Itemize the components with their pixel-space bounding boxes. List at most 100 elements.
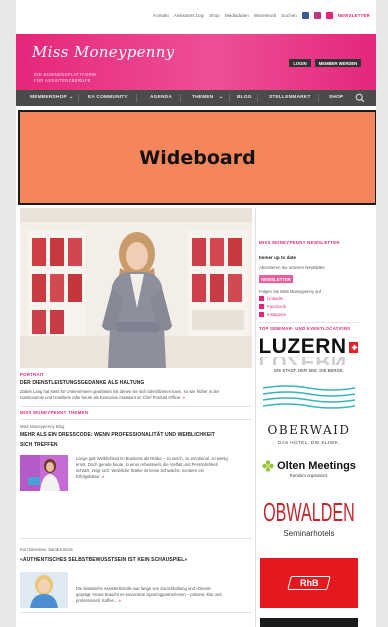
- article1-headline-line1[interactable]: MEHR ALS EIN DRESSCODE: WENN PROFESSIONA…: [20, 432, 215, 438]
- rhb-logo[interactable]: RhB: [260, 558, 358, 608]
- facebook-icon[interactable]: [301, 12, 309, 19]
- nav-item-stellenmarkt[interactable]: STELLENMARKT: [269, 95, 311, 100]
- nav-separator: [180, 94, 181, 102]
- divider: [20, 538, 252, 539]
- nav-separator: [257, 94, 258, 102]
- utility-bar: Kontakt Assistants Day Shop Mediadaten W…: [16, 0, 376, 34]
- newsletter-button[interactable]: NEWSLETTER: [259, 275, 293, 283]
- divider: [20, 612, 252, 613]
- olten-name: Olten Meetings: [277, 460, 356, 472]
- article1-text-line4-text: Erfolgsfaktor.: [76, 474, 101, 479]
- site-logo[interactable]: Miss Moneypenny: [32, 43, 175, 61]
- olten-flower-icon: [262, 460, 274, 472]
- nav-item-shop[interactable]: SHOP: [329, 95, 343, 100]
- obwalden-logo[interactable]: OBWALDEN Seminarhotels: [260, 486, 358, 548]
- nav-item-blog[interactable]: BLOG: [237, 95, 252, 100]
- divider: [20, 419, 252, 420]
- article1-text-line4: Erfolgsfaktor. »: [76, 474, 252, 480]
- portrait-illustration: [20, 208, 252, 368]
- article1-headline-line2[interactable]: SICH TREFFEN: [20, 442, 58, 448]
- login-button[interactable]: LOGIN: [289, 59, 311, 67]
- waves-graphic: [262, 385, 356, 409]
- search-icon[interactable]: [355, 93, 365, 103]
- olten-wordmark: Olten Meetings: [262, 460, 356, 472]
- article2-headline[interactable]: «AUTHENTISCHES SELBSTBEWUSSTSEIN IST KEI…: [20, 557, 187, 563]
- obwalden-name: OBWALDEN: [263, 496, 355, 527]
- article2-thumbnail[interactable]: [20, 572, 68, 608]
- sidebar-instagram-link[interactable]: Instagram: [259, 312, 286, 317]
- oberwaid-subtitle: DAS HOTEL. DIE KLINIK.: [277, 440, 341, 445]
- hero-text-line2-text: Gastronomie und Hotellerie oder heute al…: [20, 395, 182, 400]
- wideboard-label: Wideboard: [139, 146, 256, 169]
- swiss-cross-icon: [348, 341, 358, 353]
- article1-image: [20, 455, 68, 491]
- page-frame: Kontakt Assistants Day Shop Mediadaten W…: [16, 0, 376, 627]
- luzern-wordmark: LUZERN: [260, 336, 358, 358]
- article2-more-link[interactable]: »: [119, 598, 121, 603]
- brand-header: Miss Moneypenny DIE BUSINESSPLATTFORM FÜ…: [16, 34, 376, 90]
- hero-image[interactable]: [20, 208, 252, 368]
- utility-links: Kontakt Assistants Day Shop Mediadaten W…: [153, 12, 370, 19]
- hero-kicker: PORTRAIT: [20, 372, 45, 377]
- sidebar-newsletter-title: MISS MONEYPENNY NEWSLETTER: [259, 240, 340, 245]
- nav-item-membershop[interactable]: MEMBERSHOP: [30, 95, 67, 100]
- olten-subtitle: Rundum organisiert.: [289, 473, 329, 478]
- article1-thumbnail[interactable]: [20, 455, 68, 491]
- column-divider: [255, 208, 256, 627]
- sidebar-linkedin-label: LinkedIn: [267, 296, 284, 301]
- sidebar-subscribe-text: Abonnieren Sie unseren Newsletter: [259, 265, 325, 270]
- article2-category[interactable]: Kurzinterview: Sandra Boss: [20, 547, 73, 552]
- wideboard-ad[interactable]: Wideboard: [18, 110, 376, 205]
- facebook-icon: [259, 304, 264, 309]
- util-link-kontakt[interactable]: Kontakt: [153, 13, 169, 18]
- luzern-name: LUZERN: [260, 336, 347, 358]
- nav-item-ea-community[interactable]: EA COMMUNITY: [88, 95, 128, 100]
- sidebar-follow-text: Folgen Sie Miss Moneypenny auf: [259, 289, 321, 294]
- luzern-logo[interactable]: LUZERN LUZERN DIE STADT. DER SEE. DIE BE…: [260, 336, 358, 374]
- nav-separator: [78, 94, 79, 102]
- article2-text-line3-text: professionell. Kaffee...: [76, 598, 118, 603]
- divider: [20, 406, 252, 407]
- waves-logo[interactable]: [260, 381, 358, 415]
- swiss-cross-glyph: [351, 344, 357, 350]
- nav-chevron-icon: ⌄: [219, 95, 224, 100]
- nav-separator: [318, 94, 319, 102]
- next-location-logo[interactable]: [260, 618, 358, 627]
- sidebar-facebook-label: Facebook: [267, 304, 286, 309]
- instagram-icon[interactable]: [313, 12, 321, 19]
- article2-text-line3: professionell. Kaffee... »: [76, 598, 252, 604]
- instagram-icon: [259, 312, 264, 317]
- divider: [259, 322, 359, 323]
- util-link-assistants-day[interactable]: Assistants Day: [174, 13, 204, 18]
- article1-category[interactable]: Miss Moneypenny Blog: [20, 424, 64, 429]
- article2-image: [20, 572, 68, 608]
- main-nav: MEMBERSHOP ⌄ EA COMMUNITY AGENDA THEMEN …: [16, 90, 376, 106]
- sidebar-linkedin-link[interactable]: LinkedIn: [259, 296, 283, 301]
- member-button[interactable]: MEMBER WERDEN: [315, 59, 361, 67]
- section-kicker: MISS MONEYPENNY THEMEN: [20, 410, 89, 415]
- hero-headline[interactable]: DER DIENSTLEISTUNGSGEDANKE ALS HALTUNG: [20, 380, 144, 386]
- olten-meetings-logo[interactable]: Olten Meetings Rundum organisiert.: [260, 455, 358, 483]
- article1-more-link[interactable]: »: [102, 474, 104, 479]
- rhb-badge: RhB: [287, 576, 331, 590]
- util-link-warenkorb[interactable]: Warenkorb: [254, 13, 276, 18]
- sidebar-stay-updated: Immer up to date: [259, 255, 297, 260]
- oberwaid-name: OBERWAID: [267, 423, 351, 437]
- newsletter-link[interactable]: NEWSLETTER: [338, 13, 370, 18]
- nav-separator: [136, 94, 137, 102]
- hero-text-line2: Gastronomie und Hotellerie oder heute al…: [20, 395, 185, 401]
- luzern-subtitle: DIE STADT. DER SEE. DIE BERGE.: [274, 368, 344, 373]
- mail-icon[interactable]: [325, 12, 333, 19]
- util-link-suchen[interactable]: Suchen: [281, 13, 297, 18]
- nav-item-themen[interactable]: THEMEN: [192, 95, 213, 100]
- util-link-mediadaten[interactable]: Mediadaten: [225, 13, 249, 18]
- sidebar-facebook-link[interactable]: Facebook: [259, 304, 286, 309]
- util-link-shop[interactable]: Shop: [209, 13, 220, 18]
- nav-item-agenda[interactable]: AGENDA: [150, 95, 172, 100]
- hero-more-link[interactable]: »: [183, 395, 185, 400]
- sidebar-locations-title: TOP SEMINAR- UND EVENTLOCATIONS: [259, 326, 351, 331]
- nav-chevron-icon: ⌄: [69, 95, 74, 100]
- tagline-line2: FÜR ASSISTENZBERUFE: [34, 78, 91, 83]
- oberwaid-logo[interactable]: OBERWAID DAS HOTEL. DIE KLINIK.: [260, 418, 358, 450]
- rhb-name: RhB: [299, 578, 319, 588]
